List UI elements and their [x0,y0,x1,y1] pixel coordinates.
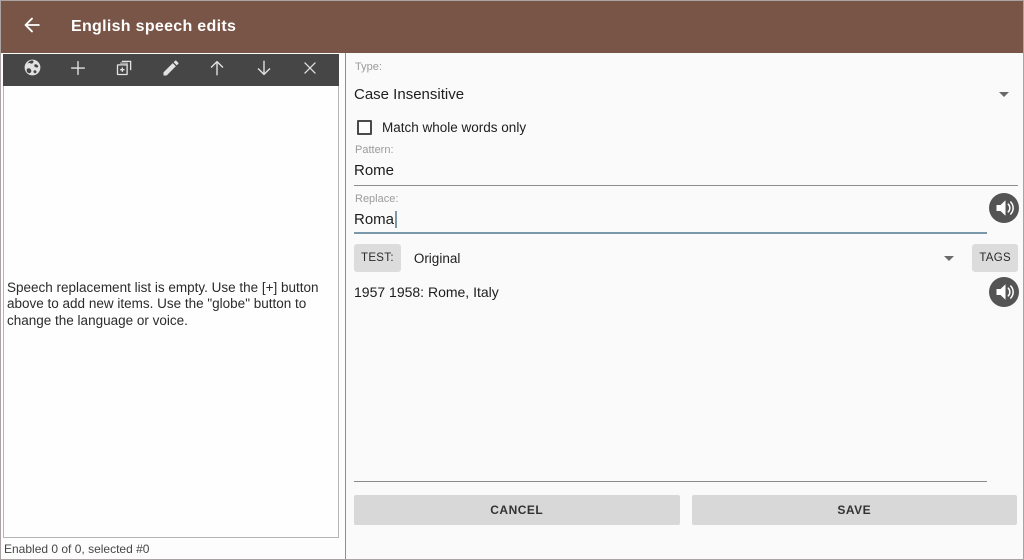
page-title: English speech edits [71,18,236,36]
main-content: Speech replacement list is empty. Use th… [1,53,1023,559]
edit-button[interactable] [158,57,184,83]
status-text: Enabled 0 of 0, selected #0 [4,542,149,556]
move-down-button[interactable] [251,57,277,83]
match-whole-words-row[interactable]: Match whole words only [357,120,1023,135]
language-button[interactable] [19,57,45,83]
spacer [354,308,1023,481]
empty-list-message: Speech replacement list is empty. Use th… [4,280,338,344]
duplicate-button[interactable] [112,57,138,83]
form-divider [354,481,987,482]
replace-section: Replace: Roma [354,186,1023,234]
replace-input[interactable]: Roma [354,211,987,234]
speaker-icon [989,294,1019,311]
add-button[interactable] [65,57,91,83]
add-icon [67,57,89,84]
close-icon [300,58,320,83]
arrow-down-icon [253,57,275,84]
test-row: TEST: Original TAGS [354,244,1018,272]
test-result-row: 1957 1958: Rome, Italy [354,276,1019,308]
type-dropdown-value: Case Insensitive [354,86,999,103]
save-button[interactable]: SAVE [692,495,1018,525]
speaker-icon [989,210,1019,227]
text-cursor [395,211,397,228]
duplicate-icon [114,57,135,83]
cancel-button[interactable]: CANCEL [354,495,680,525]
speak-replace-button[interactable] [989,193,1019,223]
app-window: English speech edits [0,0,1024,560]
arrow-left-icon [21,14,43,41]
back-button[interactable] [20,15,44,39]
type-label: Type: [355,61,1023,73]
replace-input-value: Roma [354,211,394,228]
match-whole-words-checkbox[interactable] [357,120,372,135]
app-bar: English speech edits [1,1,1023,53]
edit-form-panel: Type: Case Insensitive Match whole words… [346,53,1023,559]
test-source-dropdown-value[interactable]: Original [414,251,945,266]
delete-button[interactable] [297,57,323,83]
edit-pencil-icon [161,58,181,83]
speak-result-button[interactable] [989,277,1019,307]
replacement-list[interactable]: Speech replacement list is empty. Use th… [3,86,339,538]
globe-icon [22,57,43,83]
tags-button[interactable]: TAGS [972,244,1018,272]
replacement-list-panel: Speech replacement list is empty. Use th… [1,53,346,559]
list-toolbar [3,54,339,86]
arrow-up-icon [206,57,228,84]
dialog-buttons: CANCEL SAVE [354,495,1017,525]
list-status-bar: Enabled 0 of 0, selected #0 [1,538,345,559]
pattern-label: Pattern: [355,144,1023,156]
pattern-input[interactable]: Rome [354,162,1018,186]
type-dropdown[interactable]: Case Insensitive [354,86,1023,103]
replace-label: Replace: [355,193,1023,205]
chevron-down-icon [999,92,1009,97]
test-result-text: 1957 1958: Rome, Italy [354,284,1019,300]
chevron-down-icon[interactable] [944,256,954,261]
test-button[interactable]: TEST: [354,244,401,272]
match-whole-words-label: Match whole words only [382,120,526,135]
move-up-button[interactable] [204,57,230,83]
